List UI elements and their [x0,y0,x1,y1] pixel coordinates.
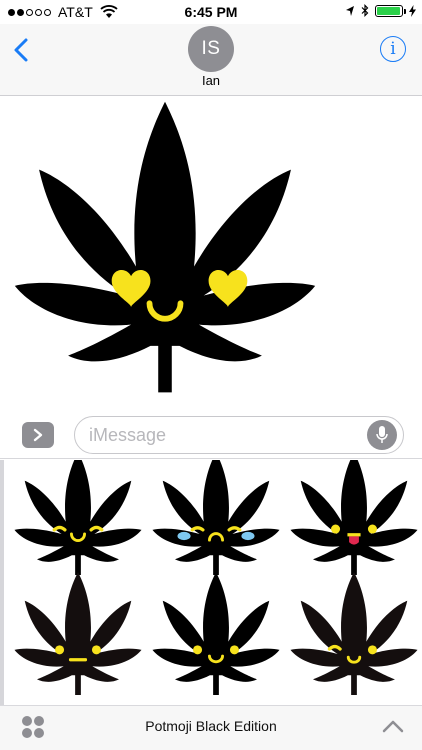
message-area [0,97,422,407]
conversation-header: IS Ian i [0,24,422,96]
cannabis-leaf-happy-sticker[interactable] [8,460,148,577]
imessage-input[interactable]: iMessage [74,416,404,454]
cannabis-leaf-crying-sticker[interactable] [146,460,286,577]
location-arrow-icon [346,5,354,16]
cannabis-leaf-heart-eyes-sticker[interactable] [10,97,320,402]
microphone-icon [376,426,388,443]
cannabis-leaf-wink-sticker[interactable] [284,572,422,697]
app-drawer-footer: Potmoji Black Edition [0,705,422,750]
expand-chevron-up-icon[interactable] [382,718,404,734]
contact-name[interactable]: Ian [0,73,422,88]
battery-icon [375,4,406,17]
bluetooth-icon [361,4,369,17]
status-bar: AT&T 6:45 PM [0,0,422,24]
compose-bar: iMessage [0,407,422,459]
imessage-placeholder: iMessage [89,425,167,445]
info-button[interactable]: i [380,36,406,62]
dictation-button[interactable] [367,420,397,450]
chevron-right-icon [33,428,43,442]
contact-avatar[interactable]: IS [188,26,234,72]
cannabis-leaf-smile-sticker[interactable] [146,572,286,697]
drawer-scroll-indicator [0,460,4,705]
back-chevron-icon[interactable] [10,36,34,64]
app-title: Potmoji Black Edition [145,718,277,734]
battery-level [377,6,400,15]
sticker-drawer[interactable] [0,460,422,705]
cannabis-leaf-tongue-sticker[interactable] [284,460,422,577]
cannabis-leaf-neutral-sticker[interactable] [8,572,148,697]
app-drawer-toggle-button[interactable] [22,422,54,448]
status-right [345,4,416,17]
charging-bolt-icon [409,4,416,17]
